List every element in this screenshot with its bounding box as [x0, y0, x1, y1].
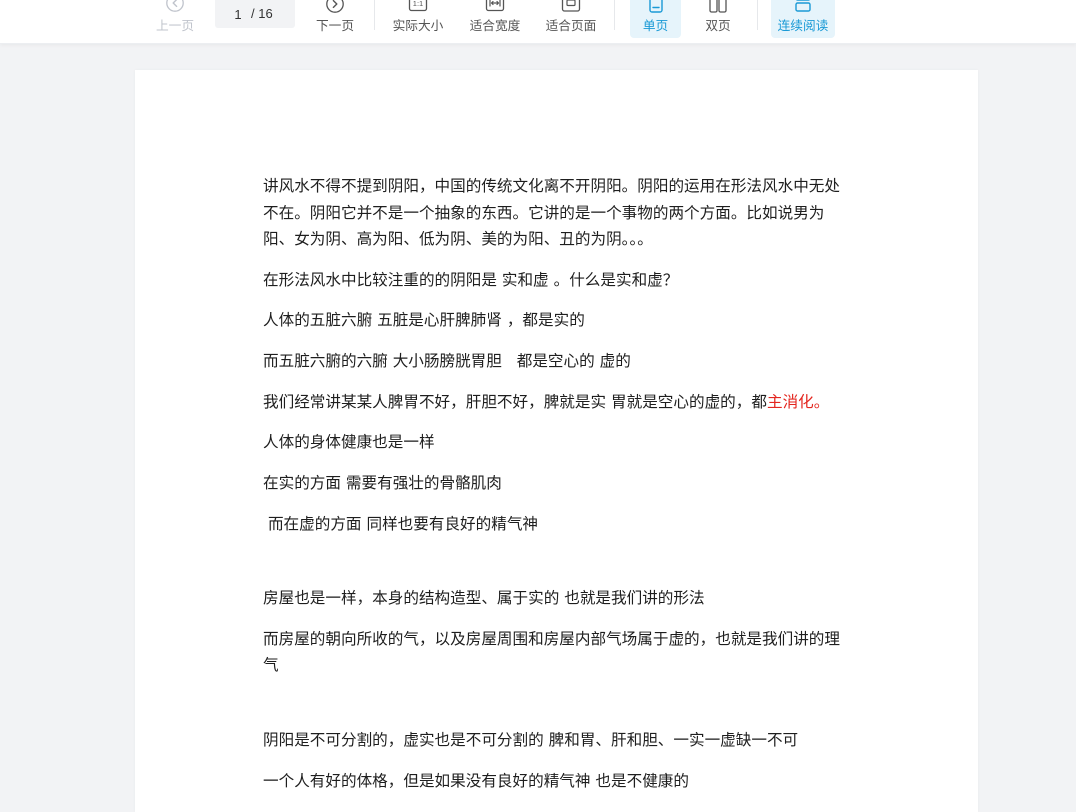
- next-page-label: 下一页: [315, 19, 355, 33]
- text-line: 在实的方面 需要有强壮的骨骼肌肉: [263, 474, 502, 493]
- next-page-button[interactable]: 下一页: [305, 0, 365, 38]
- text-line: 阳、女为阴、高为阳、低为阴、美的为阳、丑的为阴。。。: [263, 230, 653, 248]
- single-page-label: 单页: [642, 19, 669, 33]
- continuous-reading-label: 连续阅读: [777, 19, 829, 33]
- text-run: 我们经常讲某某人脾胃不好，肝胆不好，脾就是实 胃就是空心的虚的，都: [263, 392, 767, 411]
- text-line: 房屋也是一样，本身的结构造型、属于实的 也就是我们讲的形法: [263, 589, 705, 608]
- paragraph: 在实的方面 需要有强壮的骨骼肌肉: [263, 470, 978, 497]
- text-line: 在形法风水中比较注重的的阴阳是 实和虚 。什么是实和虚？: [263, 270, 679, 289]
- fit-page-label: 适合页面: [545, 19, 597, 33]
- text-line: 而在虚的方面 同样也要有良好的精气神: [263, 514, 539, 533]
- single-page-icon: [648, 0, 663, 13]
- prev-page-label: 上一页: [155, 19, 195, 33]
- toolbar-divider: [757, 0, 758, 30]
- single-page-button[interactable]: 单页: [630, 0, 681, 38]
- double-page-button[interactable]: 双页: [688, 0, 748, 38]
- text-line: 我们经常讲某某人脾胃不好，肝胆不好，脾就是实 胃就是空心的虚的，都主消化。: [263, 389, 978, 416]
- page-indicator: / 16: [215, 0, 295, 28]
- paragraph: 阴阳是不可分割的，虚实也是不可分割的 脾和胃、肝和胆、一实一虚缺一不可: [263, 727, 978, 754]
- double-page-label: 双页: [705, 19, 731, 33]
- paragraph: 人体的五脏六腑 五脏是心肝脾肺肾 ，都是实的: [263, 307, 978, 334]
- highlighted-text-run: 主消化。: [766, 392, 830, 411]
- fit-page-button[interactable]: 适合页面: [541, 0, 601, 38]
- paragraph: 而在虚的方面 同样也要有良好的精气神: [263, 511, 978, 538]
- text-line: 不在。阴阳它并不是一个抽象的东西。它讲的是一个事物的两个方面。比如说男为: [263, 203, 825, 222]
- text-line: 气: [263, 656, 279, 675]
- actual-size-label: 实际大小: [392, 19, 444, 33]
- circle-arrow-right-icon: [326, 0, 344, 13]
- page-total: / 16: [251, 6, 273, 21]
- paragraph: 讲风水不得不提到阴阳，中国的传统文化离不开阴阳。阴阳的运用在形法风水中无处 不在…: [263, 173, 978, 253]
- paragraph: 房屋也是一样，本身的结构造型、属于实的 也就是我们讲的形法: [263, 585, 978, 612]
- circle-arrow-left-icon: [166, 0, 184, 12]
- paragraph: 而房屋的朝向所收的气，以及房屋周围和房屋内部气场属于虚的，也就是我们讲的理 气: [263, 626, 978, 679]
- text-line: 人体的五脏六腑 五脏是心肝脾肺肾 ，都是实的: [263, 311, 585, 330]
- paragraph: 人体的身体健康也是一样: [263, 429, 978, 456]
- double-page-icon: [709, 0, 727, 13]
- prev-page-button[interactable]: 上一页: [145, 0, 205, 38]
- text-line: 而房屋的朝向所收的气，以及房屋周围和房屋内部气场属于虚的，也就是我们讲的理: [263, 629, 840, 648]
- viewer-toolbar: 上一页 / 16 下一页 1:1 实际大小 适合宽度 适合页面: [0, 0, 1076, 44]
- toolbar-divider: [614, 0, 615, 30]
- fit-width-button[interactable]: 适合宽度: [465, 0, 525, 38]
- paragraph: 在形法风水中比较注重的的阴阳是 实和虚 。什么是实和虚？: [263, 267, 978, 294]
- paragraph: 一个人有好的体格，但是如果没有良好的精气神 也是不健康的: [263, 768, 978, 795]
- paragraph: 而五脏六腑的六腑 大小肠膀胱胃胆 都是空心的 虚的: [263, 348, 978, 375]
- paragraph: 我们经常讲某某人脾胃不好，肝胆不好，脾就是实 胃就是空心的虚的，都主消化。: [263, 389, 978, 416]
- fit-width-label: 适合宽度: [469, 19, 521, 33]
- actual-size-button[interactable]: 1:1 实际大小: [388, 0, 448, 38]
- text-line: 而五脏六腑的六腑 大小肠膀胱胃胆 都是空心的 虚的: [263, 352, 631, 371]
- toolbar-divider: [374, 0, 375, 30]
- text-line: 人体的身体健康也是一样: [263, 433, 435, 452]
- fit-page-icon: [561, 0, 581, 12]
- page-number-input[interactable]: [230, 0, 246, 28]
- continuous-scroll-icon: [795, 0, 811, 12]
- fit-width-icon: [485, 0, 505, 12]
- actual-size-icon-text: 1:1: [413, 0, 423, 8]
- document-page: 讲风水不得不提到阴阳，中国的传统文化离不开阴阳。阴阳的运用在形法风水中无处 不在…: [135, 70, 978, 812]
- text-line: 一个人有好的体格，但是如果没有良好的精气神 也是不健康的: [263, 771, 689, 790]
- actual-size-icon: 1:1: [408, 0, 428, 12]
- continuous-reading-button[interactable]: 连续阅读: [771, 0, 835, 38]
- text-line: 讲风水不得不提到阴阳，中国的传统文化离不开阴阳。阴阳的运用在形法风水中无处: [263, 177, 840, 195]
- text-line: 阴阳是不可分割的，虚实也是不可分割的 脾和胃、肝和胆、一实一虚缺一不可: [263, 730, 799, 749]
